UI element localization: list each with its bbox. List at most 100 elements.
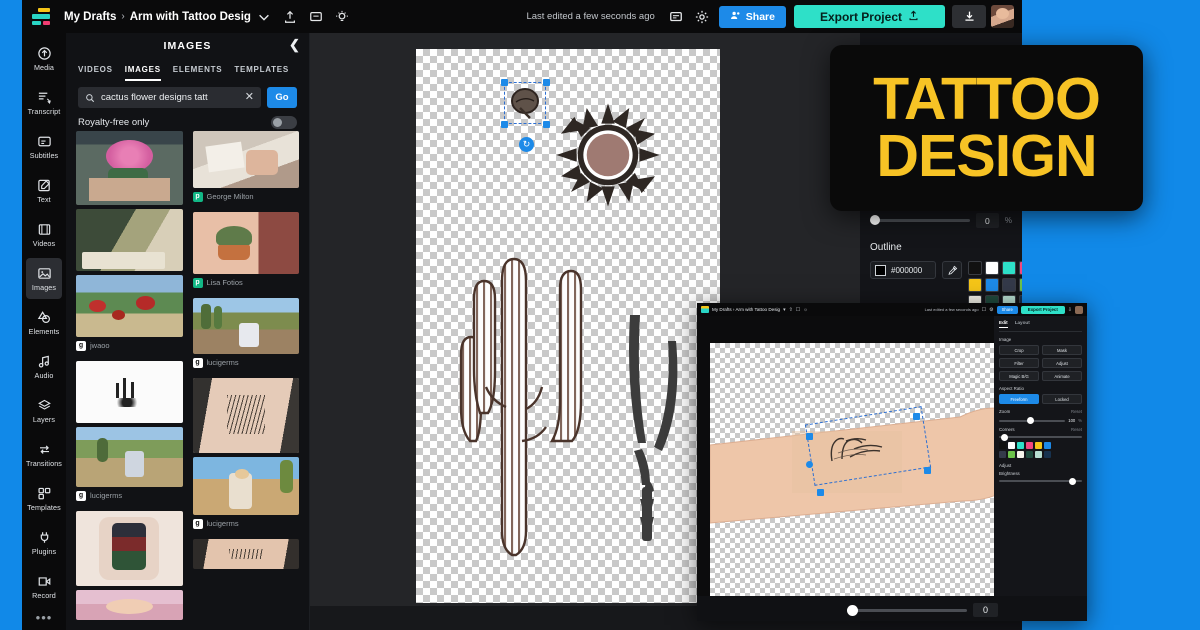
main-canvas[interactable]: ↻	[416, 49, 720, 603]
thumb-couple-desert-cactus[interactable]	[193, 457, 300, 515]
list-item[interactable]	[76, 361, 183, 423]
list-item[interactable]	[76, 590, 183, 620]
note-icon[interactable]	[663, 5, 689, 29]
royalty-free-toggle[interactable]	[271, 116, 297, 129]
mini-swatch-6[interactable]	[999, 451, 1006, 458]
mini-swatch-5[interactable]	[1044, 442, 1051, 449]
thumb-hands-paper-desk[interactable]	[193, 131, 300, 188]
export-project-button[interactable]: Export Project	[794, 5, 945, 28]
tab-templates[interactable]: TEMPLATES	[234, 65, 289, 81]
tab-elements[interactable]: ELEMENTS	[173, 65, 223, 81]
mini-selection-handle-tl[interactable]	[806, 433, 813, 440]
mini-swatch-10[interactable]	[1035, 451, 1042, 458]
mini-animate-button[interactable]: Animate	[1042, 371, 1082, 381]
mini-crop-button[interactable]: Crop	[999, 345, 1039, 355]
sidebar-item-videos[interactable]: Videos	[26, 214, 62, 255]
mini-adjust-button[interactable]: Adjust	[1042, 358, 1082, 368]
thumb-small-arm-tattoo[interactable]	[193, 539, 300, 569]
outline-color-swatch[interactable]	[875, 265, 886, 276]
selection-bounding-box[interactable]	[504, 82, 546, 124]
mini-swatch-3[interactable]	[1026, 442, 1033, 449]
mini-share-button[interactable]: Share	[997, 306, 1018, 314]
mini-swatch-8[interactable]	[1017, 451, 1024, 458]
thumb-cactus-garden-woman[interactable]	[193, 298, 300, 354]
mini-zoom-value[interactable]: 100	[1068, 418, 1075, 423]
sidebar-item-transcript[interactable]: Transcript	[26, 82, 62, 123]
list-item[interactable]: p George Milton	[193, 131, 300, 208]
selection-handle-bl[interactable]	[501, 121, 508, 128]
breadcrumb-my-drafts[interactable]: My Drafts	[64, 11, 116, 23]
thumb-red-flowers-field[interactable]	[76, 275, 183, 337]
sidebar-item-media[interactable]: Media	[26, 38, 62, 79]
sidebar-item-audio[interactable]: Audio	[26, 346, 62, 387]
mini-selection-handle-bl[interactable]	[817, 489, 824, 496]
mini-bottom-value[interactable]: 0	[973, 603, 998, 617]
thumb-cactus-flower-tattoo-thigh[interactable]	[76, 131, 183, 205]
list-item[interactable]	[76, 209, 183, 271]
mini-mask-button[interactable]: Mask	[1042, 345, 1082, 355]
credit-name[interactable]: George Milton	[207, 192, 254, 201]
sidebar-item-record[interactable]: Record	[26, 566, 62, 607]
sidebar-item-plugins[interactable]: Plugins	[26, 522, 62, 563]
mini-export-button[interactable]: Export Project	[1021, 306, 1065, 314]
comment-icon[interactable]	[303, 5, 329, 29]
share-button[interactable]: Share	[719, 6, 786, 28]
sidebar-item-layers[interactable]: Layers	[26, 390, 62, 431]
thumb-person-pink-hat[interactable]	[76, 590, 183, 620]
mini-swatch-9[interactable]	[1026, 451, 1033, 458]
list-item[interactable]: g lucigerms	[193, 298, 300, 374]
project-title[interactable]: Arm with Tattoo Desig	[130, 11, 251, 23]
sidebar-item-images[interactable]: Images	[26, 258, 62, 299]
mini-note-icon[interactable]: ☐	[982, 307, 986, 313]
list-item[interactable]	[193, 539, 300, 569]
lightbulb-icon[interactable]	[329, 5, 355, 29]
mini-zoom-slider[interactable]	[999, 420, 1065, 422]
tab-images[interactable]: IMAGES	[125, 65, 161, 81]
mini-bottom-slider[interactable]	[847, 609, 967, 612]
mini-corners-slider[interactable]	[999, 436, 1082, 438]
thumb-cactus-line-drawing[interactable]	[76, 361, 183, 423]
mini-breadcrumb[interactable]: My Drafts › Arm with Tattoo Desig	[712, 307, 780, 312]
mini-corners-slider-row[interactable]	[999, 436, 1082, 438]
mini-tab-edit[interactable]: Edit	[999, 320, 1008, 328]
mini-swatch-7[interactable]	[1008, 451, 1015, 458]
swatch-3[interactable]	[1019, 261, 1022, 275]
credit-name[interactable]: Lisa Fotios	[207, 278, 243, 287]
thumb-desk-window-light[interactable]	[76, 209, 183, 271]
image-results-grid[interactable]: g jwaoo	[66, 131, 309, 630]
mini-download-icon[interactable]: ⇩	[1068, 307, 1072, 313]
mini-swatch-grid[interactable]	[999, 442, 1082, 458]
chevron-down-icon[interactable]	[251, 5, 277, 29]
swatch-5[interactable]	[985, 278, 999, 292]
search-go-button[interactable]: Go	[267, 87, 297, 108]
mini-brightness-slider[interactable]	[999, 480, 1082, 482]
mini-zoom-slider-row[interactable]: 100 %	[999, 418, 1082, 423]
mini-swatch-11[interactable]	[1044, 451, 1051, 458]
mini-tab-layout[interactable]: Layout	[1015, 320, 1030, 328]
mini-swatch-1[interactable]	[1008, 442, 1015, 449]
sidebar-item-text[interactable]: Text	[26, 170, 62, 211]
mini-comment-icon[interactable]: ☐	[796, 307, 800, 313]
mini-swatch-2[interactable]	[1017, 442, 1024, 449]
mini-rotate-handle[interactable]	[806, 461, 813, 468]
rotate-icon[interactable]: ↻	[519, 137, 534, 152]
mini-zoom-reset[interactable]: Reset	[1071, 409, 1082, 414]
sidebar-item-subtitles[interactable]: Subtitles	[26, 126, 62, 167]
mini-magic-bg-button[interactable]: Magic B/G	[999, 371, 1039, 381]
mini-filter-button[interactable]: Filter	[999, 358, 1039, 368]
swatch-7[interactable]	[1019, 278, 1022, 292]
swatch-1[interactable]	[985, 261, 999, 275]
ocotillo-cactus-silhouette[interactable]	[612, 303, 690, 547]
swatch-6[interactable]	[1002, 278, 1016, 292]
selection-handle-tr[interactable]	[543, 79, 550, 86]
list-item[interactable]	[193, 378, 300, 453]
opacity-slider[interactable]	[870, 219, 970, 222]
mini-brightness-slider-row[interactable]	[999, 480, 1082, 482]
list-item[interactable]: p Lisa Fotios	[193, 212, 300, 294]
credit-name[interactable]: lucigerms	[207, 358, 239, 367]
mini-selection-handle-tr[interactable]	[913, 413, 920, 420]
download-button[interactable]	[952, 5, 986, 28]
selection-handle-tl[interactable]	[501, 79, 508, 86]
mini-lightbulb-icon[interactable]: ☼	[803, 307, 808, 313]
swatch-2[interactable]	[1002, 261, 1016, 275]
